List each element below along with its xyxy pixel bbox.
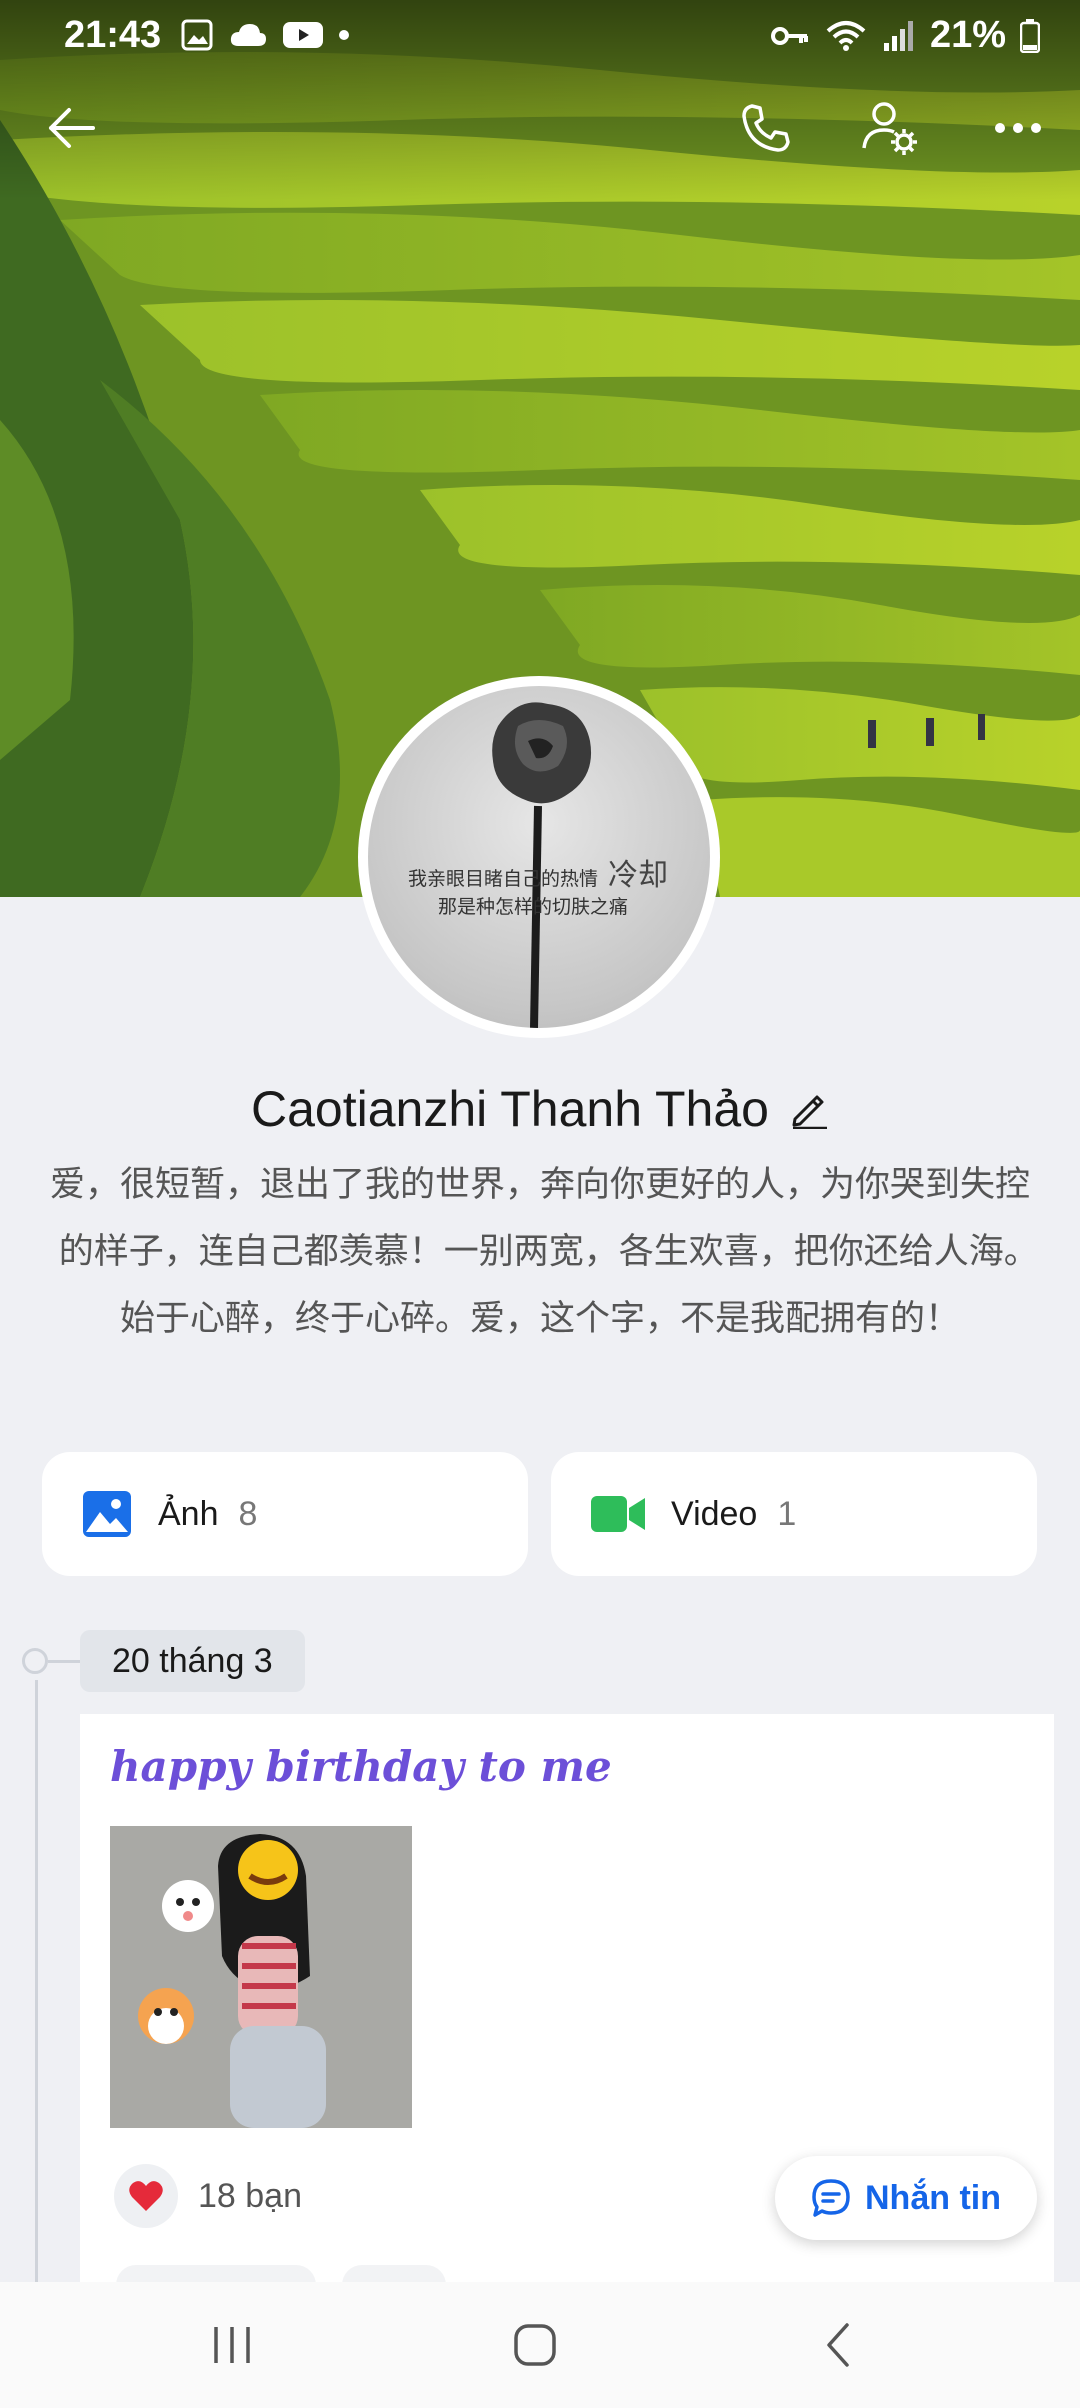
timeline-connector [48,1660,80,1663]
avatar-caption-title: 冷却 [608,858,668,893]
avatar-caption-line2: 那是种怎样的切肤之痛 [438,896,629,918]
post-reactions[interactable]: 18 bạn [114,2164,302,2228]
edit-name-button[interactable] [789,1089,829,1129]
more-options-button[interactable] [986,96,1050,160]
photos-count: 8 [238,1494,258,1533]
photos-label: Ảnh [158,1494,219,1533]
heart-icon [129,2181,163,2211]
avatar-image: 我亲眼目睹自己的热情 那是种怎样的切肤之痛 冷却 [368,686,710,1028]
profile-page: 21:43 21% 我亲眼目睹自己的热情 那是种怎样的切肤之痛 冷却 Caoti… [0,0,1080,2408]
status-bar: 21:43 21% [0,0,1080,72]
timeline-date-chip: 20 tháng 3 [80,1630,305,1692]
more-dots-icon [995,123,1041,133]
profile-name: Caotianzhi Thanh Thảo [251,1081,769,1137]
message-button-label: Nhắn tin [865,2178,1001,2217]
vpn-key-icon [770,26,808,45]
status-time: 21:43 [64,14,162,56]
post-photo[interactable] [110,1826,412,2128]
cloud-notification-icon [230,24,266,46]
battery-percent: 21% [929,14,1006,56]
chevron-left-icon [827,2323,849,2367]
signal-icon [883,20,913,51]
profile-name-row: Caotianzhi Thanh Thảo [0,1075,1080,1143]
pencil-icon [792,1095,827,1129]
profile-settings-button[interactable] [858,96,922,160]
status-right: 21% [770,14,1040,57]
arrow-left-icon [49,108,95,148]
profile-avatar[interactable]: 我亲眼目睹自己的热情 那是种怎样的切肤之痛 冷却 [358,676,720,1038]
notification-icons [180,18,350,52]
home-icon [514,2324,556,2366]
reaction-count: 18 bạn [198,2176,302,2215]
post-title: happy birthday to me [110,1742,612,1791]
photos-card[interactable]: Ảnh 8 [42,1452,528,1576]
videos-card[interactable]: Video 1 [551,1452,1037,1576]
wifi-icon [826,20,866,51]
user-gear-icon [862,102,917,155]
more-notifications-dot-icon [339,30,349,40]
home-button[interactable] [495,2310,575,2380]
timeline-line [35,1680,38,2300]
heart-reaction[interactable] [114,2164,178,2228]
videos-count: 1 [777,1494,797,1533]
call-button[interactable] [734,96,798,160]
back-nav-button[interactable] [798,2310,878,2380]
recent-apps-icon [214,2327,250,2363]
profile-bio: 爱，很短暂，退出了我的世界，奔向你更好的人，为你哭到失控的样子，连自己都羡慕！一… [49,1165,1080,1339]
battery-icon [1020,18,1040,53]
videos-label: Video [671,1494,758,1533]
system-navigation-bar [0,2282,1080,2408]
avatar-caption-line1: 我亲眼目睹自己的热情 [408,868,599,890]
recent-apps-button[interactable] [192,2310,272,2380]
gallery-notification-icon [181,19,213,51]
video-camera-icon [591,1496,645,1532]
image-icon [83,1491,131,1537]
phone-icon [742,104,790,152]
post-photo-illustration [110,1826,412,2128]
message-button[interactable]: Nhắn tin [775,2156,1037,2240]
back-button[interactable] [40,96,104,160]
chat-bubble-icon [812,2179,850,2217]
youtube-notification-icon [283,22,323,48]
timeline-dot [22,1648,48,1674]
